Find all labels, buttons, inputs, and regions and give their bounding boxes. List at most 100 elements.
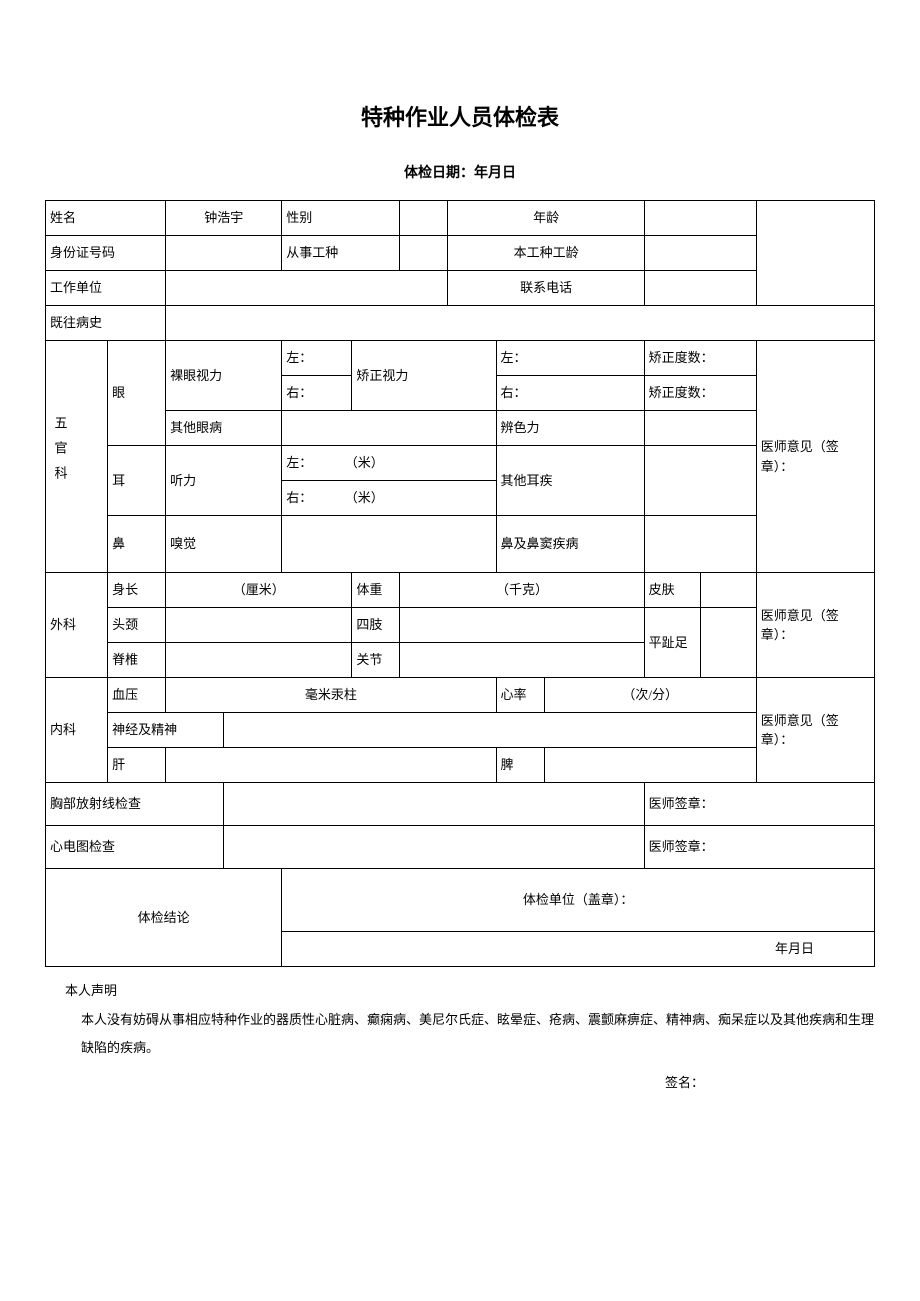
exam-date: 体检日期：年月日 [45,162,875,182]
table-row: 五官科 眼 裸眼视力 左： 矫正视力 左： 矫正度数： 医师意见（签章）： [46,341,875,376]
conclusion-label: 体检结论 [46,869,282,967]
phone-label: 联系电话 [448,271,644,306]
internal-label: 内科 [46,678,108,783]
declaration-block: 本人声明 本人没有妨碍从事相应特种作业的器质性心脏病、癫痫病、美尼尔氏症、眩晕症… [45,977,875,1097]
table-row: 工作单位 联系电话 [46,271,875,306]
hearing-label: 听力 [166,446,282,516]
doctor-opinion-internal[interactable]: 医师意见（签章）： [756,678,874,783]
xray-sign[interactable]: 医师签章： [644,783,874,826]
page: 特种作业人员体检表 体检日期：年月日 姓名 钟浩宇 性别 年龄 身份证号码 从事… [0,0,920,1301]
bp-label: 血压 [108,678,166,713]
id-label: 身份证号码 [46,236,166,271]
nerve-value[interactable] [224,713,757,748]
color-sense-value[interactable] [644,411,756,446]
workage-value[interactable] [644,236,756,271]
conclusion-unit-stamp[interactable]: 体检单位（盖章）： [282,869,875,932]
xray-value[interactable] [224,783,644,826]
history-value[interactable] [166,306,875,341]
wuguan-label: 五官科 [46,341,108,573]
smell-value[interactable] [282,516,496,573]
table-row: 耳 听力 左： （米） 其他耳疾 [46,446,875,481]
conclusion-date[interactable]: 年月日 [282,932,875,967]
table-row: 其他眼病 辨色力 [46,411,875,446]
ecg-sign[interactable]: 医师签章： [644,826,874,869]
naked-vision-right[interactable]: 右： [282,376,352,411]
phone-value[interactable] [644,271,756,306]
table-row: 鼻 嗅觉 鼻及鼻窦疾病 [46,516,875,573]
surgery-label: 外科 [46,573,108,678]
ecg-value[interactable] [224,826,644,869]
signature-label[interactable]: 签名： [45,1069,875,1098]
other-eye-label: 其他眼病 [166,411,282,446]
doctor-opinion-surgery[interactable]: 医师意见（签章）： [756,573,874,678]
spine-label: 脊椎 [108,643,166,678]
flatfoot-value[interactable] [700,608,756,678]
wuguan-label-text: 五官科 [50,416,70,491]
corrected-left[interactable]: 左： [496,341,644,376]
bp-value[interactable]: 毫米汞柱 [166,678,496,713]
hr-label: 心率 [496,678,544,713]
smell-label: 嗅觉 [166,516,282,573]
nose-label: 鼻 [108,516,166,573]
corrected-right[interactable]: 右： [496,376,644,411]
table-row: 头颈 四肢 平趾足 [46,608,875,643]
id-value[interactable] [166,236,282,271]
ecg-label: 心电图检查 [46,826,224,869]
gender-label: 性别 [282,201,400,236]
corrected-vision-label: 矫正视力 [352,341,496,411]
table-row: 体检结论 体检单位（盖章）： [46,869,875,932]
declaration-body: 本人没有妨碍从事相应特种作业的器质性心脏病、癫痫病、美尼尔氏症、眩晕症、疮病、震… [45,1006,875,1063]
declaration-head: 本人声明 [45,977,875,1006]
height-value[interactable]: （厘米） [166,573,352,608]
table-row: 外科 身长 （厘米） 体重 （千克） 皮肤 医师意见（签章）： [46,573,875,608]
photo-cell [756,201,874,306]
table-row: 既往病史 [46,306,875,341]
other-ear-label: 其他耳疾 [496,446,644,516]
joint-value[interactable] [400,643,644,678]
nerve-label: 神经及精神 [108,713,224,748]
workage-label: 本工种工龄 [448,236,644,271]
weight-value[interactable]: （千克） [400,573,644,608]
table-row: 姓名 钟浩宇 性别 年龄 [46,201,875,236]
nose-disease-value[interactable] [644,516,756,573]
gender-value[interactable] [400,201,448,236]
worktype-value[interactable] [400,236,448,271]
spleen-label: 脾 [496,748,544,783]
table-row: 心电图检查 医师签章： [46,826,875,869]
naked-vision-label: 裸眼视力 [166,341,282,411]
hearing-right[interactable]: 右： （米） [282,481,496,516]
head-neck-value[interactable] [166,608,352,643]
head-neck-label: 头颈 [108,608,166,643]
workunit-value[interactable] [166,271,448,306]
height-label: 身长 [108,573,166,608]
spleen-value[interactable] [544,748,756,783]
liver-value[interactable] [166,748,496,783]
table-row: 神经及精神 [46,713,875,748]
joint-label: 关节 [352,643,400,678]
hr-value[interactable]: （次/分） [544,678,756,713]
liver-label: 肝 [108,748,166,783]
other-eye-value[interactable] [282,411,496,446]
corrected-degree-1[interactable]: 矫正度数： [644,341,756,376]
table-row: 身份证号码 从事工种 本工种工龄 [46,236,875,271]
name-label: 姓名 [46,201,166,236]
spine-value[interactable] [166,643,352,678]
naked-vision-left[interactable]: 左： [282,341,352,376]
history-label: 既往病史 [46,306,166,341]
table-row: 胸部放射线检查 医师签章： [46,783,875,826]
hearing-left[interactable]: 左： （米） [282,446,496,481]
workunit-label: 工作单位 [46,271,166,306]
age-label: 年龄 [448,201,644,236]
skin-label: 皮肤 [644,573,700,608]
other-ear-value[interactable] [644,446,756,516]
xray-label: 胸部放射线检查 [46,783,224,826]
age-value[interactable] [644,201,756,236]
skin-value[interactable] [700,573,756,608]
exam-form-table: 姓名 钟浩宇 性别 年龄 身份证号码 从事工种 本工种工龄 工作单位 联系电话 … [45,200,875,967]
flatfoot-label: 平趾足 [644,608,700,678]
name-value[interactable]: 钟浩宇 [166,201,282,236]
limbs-value[interactable] [400,608,644,643]
ear-label: 耳 [108,446,166,516]
doctor-opinion-wuguan[interactable]: 医师意见（签章）： [756,341,874,573]
corrected-degree-2[interactable]: 矫正度数： [644,376,756,411]
